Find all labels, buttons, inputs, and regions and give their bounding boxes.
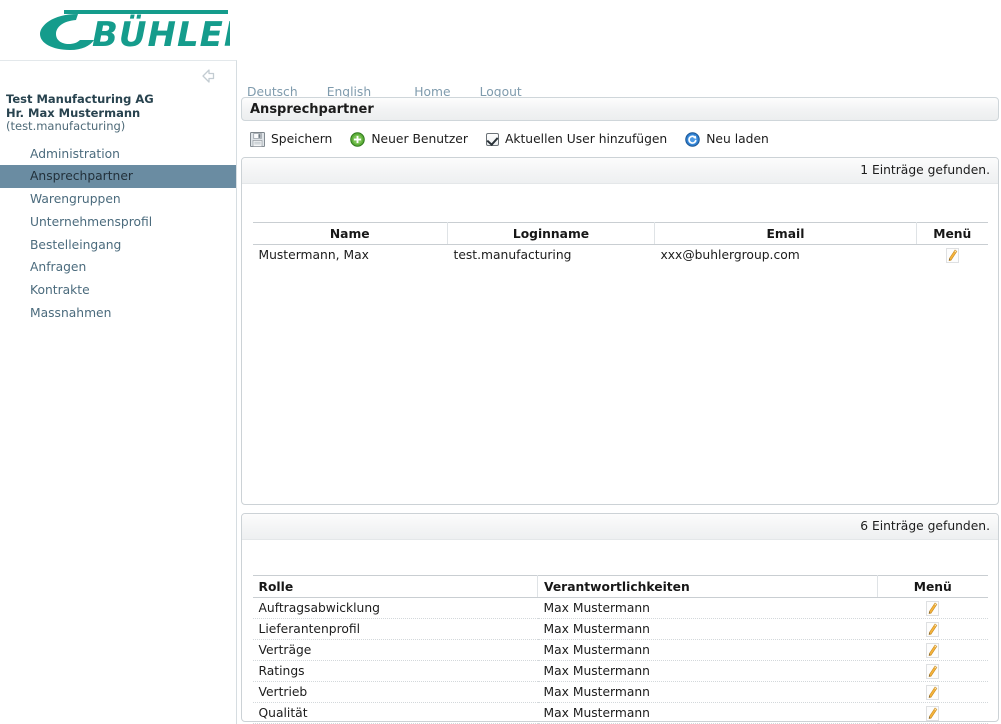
users-table-header-row: Name Loginname Email Menü	[252, 222, 988, 245]
svg-text:BÜHLER: BÜHLER	[92, 14, 230, 52]
blue-refresh-circle-icon	[685, 131, 700, 147]
roles-cell-verantwortlichkeiten: Max Mustermann	[537, 681, 878, 703]
floppy-disk-icon	[250, 131, 265, 147]
table-row[interactable]: Ratings Max Mustermann	[252, 660, 988, 682]
sidebar-item-anfragen[interactable]: Anfragen	[0, 256, 236, 279]
buhler-logo: BÜHLER	[30, 6, 230, 52]
checkbox-checked-icon[interactable]	[485, 132, 499, 146]
main-content: Deutsch English Home Logout Ansprechpart…	[238, 60, 1001, 724]
sidebar: Test Manufacturing AG Hr. Max Mustermann…	[0, 60, 237, 724]
roles-cell-verantwortlichkeiten: Max Mustermann	[537, 660, 878, 682]
buhler-logo-icon: BÜHLER	[40, 10, 230, 52]
roles-cell-verantwortlichkeiten: Max Mustermann	[537, 618, 878, 640]
roles-cell-menu[interactable]	[877, 702, 988, 724]
org-login: (test.manufacturing)	[6, 119, 126, 133]
roles-cell-menu[interactable]	[877, 618, 988, 640]
page-title: Ansprechpartner	[250, 102, 374, 117]
users-cell-name: Mustermann, Max	[258, 248, 369, 263]
sidebar-nav: Administration Ansprechpartner Warengrup…	[0, 143, 236, 325]
users-col-name[interactable]: Name	[252, 222, 448, 245]
new-user-button-label: Neuer Benutzer	[371, 132, 468, 146]
add-current-user-checkbox[interactable]: Aktuellen User hinzufügen	[485, 132, 668, 146]
users-cell-menu[interactable]	[917, 245, 988, 266]
table-row[interactable]: Vertrieb Max Mustermann	[252, 681, 988, 703]
roles-cell-verantwortlichkeiten: Max Mustermann	[537, 702, 878, 724]
reload-button-label: Neu laden	[706, 132, 769, 146]
green-plus-circle-icon	[350, 131, 366, 147]
roles-cell-menu[interactable]	[877, 639, 988, 661]
org-company: Test Manufacturing AG	[6, 92, 154, 106]
users-panel: 1 Einträge gefunden. Name Loginname Emai…	[241, 157, 999, 505]
roles-cell-rolle: Ratings	[252, 660, 538, 682]
table-row[interactable]: Verträge Max Mustermann	[252, 639, 988, 661]
users-col-email[interactable]: Email	[654, 222, 917, 245]
users-col-menu[interactable]: Menü	[916, 222, 988, 245]
roles-cell-rolle: Auftragsabwicklung	[252, 597, 538, 619]
sidebar-item-ansprechpartner[interactable]: Ansprechpartner	[0, 165, 236, 189]
users-table: Name Loginname Email Menü Mustermann, Ma…	[252, 222, 988, 266]
page-title-bar: Ansprechpartner	[241, 97, 999, 121]
roles-table-header-row: Rolle Verantwortlichkeiten Menü	[252, 575, 988, 598]
roles-col-rolle[interactable]: Rolle	[252, 575, 538, 598]
roles-cell-rolle: Qualität	[252, 702, 538, 724]
sidebar-item-administration[interactable]: Administration	[0, 143, 236, 166]
logo-header: BÜHLER	[0, 0, 1001, 60]
roles-cell-menu[interactable]	[877, 681, 988, 703]
save-button-label: Speichern	[271, 132, 333, 146]
sidebar-item-massnahmen[interactable]: Massnahmen	[0, 302, 236, 325]
new-user-button[interactable]: Neuer Benutzer	[350, 131, 468, 147]
table-row[interactable]: Auftragsabwicklung Max Mustermann	[252, 597, 988, 619]
collapse-left-arrow-icon[interactable]	[200, 68, 216, 84]
table-row[interactable]: Qualität Max Mustermann	[252, 702, 988, 724]
edit-pencil-icon[interactable]	[926, 600, 939, 616]
roles-cell-verantwortlichkeiten: Max Mustermann	[537, 597, 878, 619]
roles-cell-menu[interactable]	[877, 660, 988, 682]
sidebar-item-bestelleingang[interactable]: Bestelleingang	[0, 234, 236, 257]
save-button[interactable]: Speichern	[250, 131, 333, 147]
add-current-user-label: Aktuellen User hinzufügen	[504, 132, 668, 146]
table-row[interactable]: Lieferantenprofil Max Mustermann	[252, 618, 988, 640]
users-panel-header: 1 Einträge gefunden.	[242, 158, 998, 184]
sidebar-item-kontrakte[interactable]: Kontrakte	[0, 279, 236, 302]
roles-panel: 6 Einträge gefunden. Rolle Verantwortlic…	[241, 513, 999, 724]
edit-pencil-icon[interactable]	[926, 663, 939, 679]
org-info: Test Manufacturing AG Hr. Max Mustermann…	[0, 91, 236, 134]
roles-cell-verantwortlichkeiten: Max Mustermann	[537, 639, 878, 661]
edit-pencil-icon[interactable]	[926, 642, 939, 658]
roles-col-verantwortlichkeiten[interactable]: Verantwortlichkeiten	[537, 575, 878, 598]
roles-count-label: 6 Einträge gefunden.	[860, 519, 990, 533]
edit-pencil-icon[interactable]	[945, 247, 959, 263]
users-count-label: 1 Einträge gefunden.	[860, 163, 990, 177]
roles-table: Rolle Verantwortlichkeiten Menü Auftrags…	[252, 575, 988, 724]
users-cell-loginname: test.manufacturing	[453, 248, 572, 263]
table-row[interactable]: Mustermann, Max test.manufacturing xxx@b…	[253, 245, 988, 266]
toolbar: Speichern Neuer Benutzer Aktuellen User …	[250, 128, 787, 150]
sidebar-item-warengruppen[interactable]: Warengruppen	[0, 188, 236, 211]
users-cell-email: xxx@buhlergroup.com	[660, 248, 800, 263]
edit-pencil-icon[interactable]	[926, 705, 939, 721]
roles-cell-menu[interactable]	[877, 597, 988, 619]
edit-pencil-icon[interactable]	[926, 621, 939, 637]
org-person: Hr. Max Mustermann	[6, 105, 141, 120]
roles-cell-rolle: Verträge	[252, 639, 538, 661]
users-col-loginname[interactable]: Loginname	[447, 222, 655, 245]
reload-button[interactable]: Neu laden	[685, 131, 769, 147]
roles-col-menu[interactable]: Menü	[877, 575, 988, 598]
sidebar-collapse-row	[0, 61, 236, 91]
roles-cell-rolle: Lieferantenprofil	[252, 618, 538, 640]
roles-panel-header: 6 Einträge gefunden.	[242, 514, 998, 540]
sidebar-item-unternehmensprofil[interactable]: Unternehmensprofil	[0, 211, 236, 234]
roles-cell-rolle: Vertrieb	[252, 681, 538, 703]
edit-pencil-icon[interactable]	[926, 684, 939, 700]
